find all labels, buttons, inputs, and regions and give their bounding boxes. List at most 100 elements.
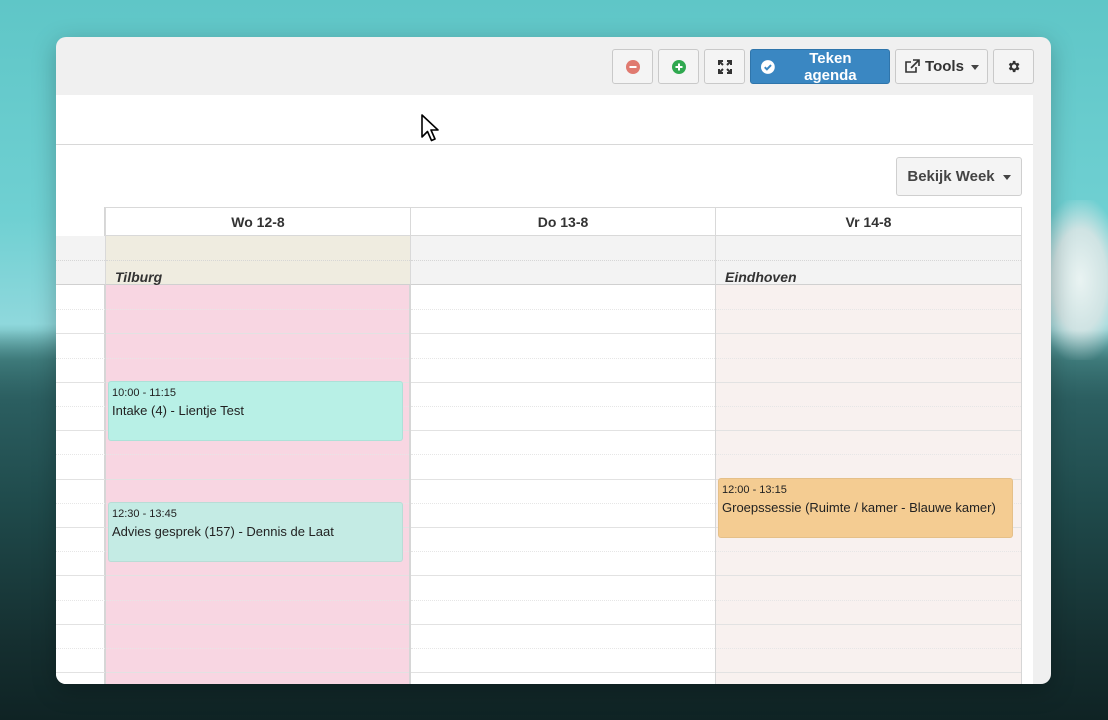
grid-line — [56, 454, 105, 456]
grid-line — [716, 623, 1021, 625]
grid-line — [411, 333, 715, 335]
chevron-down-icon — [1002, 175, 1011, 180]
grid-line — [716, 357, 1021, 359]
grid-line — [411, 381, 715, 383]
check-circle-icon — [761, 59, 775, 74]
allday-thu[interactable] — [410, 236, 715, 285]
grid-line — [411, 599, 715, 601]
day-column-thu[interactable] — [410, 285, 715, 684]
grid-line — [106, 357, 409, 359]
day-header-label: Do 13-8 — [537, 213, 589, 230]
settings-button[interactable] — [993, 49, 1034, 84]
allday-gutter — [56, 236, 105, 285]
grid-line — [411, 454, 715, 456]
grid-line — [56, 406, 105, 407]
grid-line — [411, 672, 715, 674]
zoom-out-button[interactable] — [612, 49, 653, 84]
grid-line — [411, 430, 715, 432]
tools-dropdown-button[interactable]: Tools — [895, 49, 988, 84]
event-title: Intake (4) - Lientje Test — [112, 403, 244, 418]
tools-label: Tools — [925, 58, 964, 75]
grid-line — [716, 333, 1021, 335]
grid-line — [56, 623, 105, 625]
event-time: 12:00 - 13:15 — [722, 484, 787, 496]
day-header-fri[interactable]: Vr 14-8 — [715, 207, 1022, 236]
grid-line — [716, 672, 1021, 674]
day-header-label: Wo 12-8 — [231, 213, 285, 230]
grid-line — [411, 575, 715, 577]
grid-line — [56, 599, 105, 601]
app-window: Teken agenda Tools Bekijk Week Wo 12-8 D… — [56, 37, 1051, 684]
grid-line — [411, 309, 715, 311]
grid-line — [56, 575, 105, 577]
grid-line — [106, 454, 409, 456]
event-time: 12:30 - 13:45 — [112, 508, 177, 520]
grid-line — [106, 309, 409, 311]
grid-line — [411, 648, 715, 649]
grid-line — [716, 575, 1021, 577]
grid-line — [106, 599, 409, 601]
week-calendar: Wo 12-8 Do 13-8 Vr 14-8 Tilburg Eindhove… — [56, 207, 1022, 684]
grid-line — [716, 599, 1021, 601]
event-title: Advies gesprek (157) - Dennis de Laat — [112, 524, 334, 539]
grid-line — [106, 478, 409, 480]
allday-divider — [716, 260, 1021, 261]
grid-line — [56, 381, 105, 383]
location-label: Eindhoven — [725, 269, 797, 285]
grid-line — [716, 430, 1021, 432]
top-strip — [56, 95, 1033, 145]
teken-agenda-button[interactable]: Teken agenda — [750, 49, 890, 84]
grid-line — [56, 478, 105, 480]
mouse-cursor-icon — [421, 114, 439, 142]
event-title: Groepssessie (Ruimte / kamer - Blauwe ka… — [722, 500, 996, 515]
grid-line — [106, 333, 409, 335]
event-groepssessie[interactable]: 12:00 - 13:15 Groepssessie (Ruimte / kam… — [718, 478, 1013, 538]
grid-line — [106, 623, 409, 625]
day-header-label: Vr 14-8 — [845, 213, 892, 230]
allday-fri[interactable]: Eindhoven — [715, 236, 1022, 285]
grid-line — [716, 381, 1021, 383]
toolbar: Teken agenda Tools — [56, 37, 1051, 95]
zoom-in-button[interactable] — [658, 49, 699, 84]
grid-line — [56, 333, 105, 335]
fullscreen-button[interactable] — [704, 49, 745, 84]
minus-circle-icon — [625, 59, 640, 74]
time-gutter-grid — [56, 285, 105, 684]
location-label: Tilburg — [115, 269, 163, 285]
grid-line — [716, 454, 1021, 456]
grid-line — [716, 551, 1021, 553]
teken-agenda-label: Teken agenda — [804, 49, 857, 84]
grid-line — [716, 648, 1021, 649]
grid-line — [411, 527, 715, 528]
view-week-dropdown[interactable]: Bekijk Week — [896, 157, 1022, 196]
grid-line — [411, 406, 715, 407]
chevron-down-icon — [970, 65, 979, 70]
main-panel: Bekijk Week Wo 12-8 Do 13-8 Vr 14-8 Tilb… — [56, 95, 1033, 684]
allday-divider — [411, 260, 715, 261]
event-advies-gesprek[interactable]: 12:30 - 13:45 Advies gesprek (157) - Den… — [108, 502, 403, 562]
day-header-thu[interactable]: Do 13-8 — [410, 207, 715, 236]
view-week-label: Bekijk Week — [907, 168, 995, 185]
grid-line — [56, 527, 105, 528]
grid-line — [56, 309, 105, 311]
grid-line — [411, 478, 715, 480]
grid-line — [106, 648, 409, 649]
grid-line — [56, 502, 105, 504]
expand-icon — [717, 59, 732, 74]
event-intake[interactable]: 10:00 - 11:15 Intake (4) - Lientje Test — [108, 381, 403, 441]
grid-line — [411, 623, 715, 625]
allday-divider — [106, 260, 410, 261]
day-header-wed[interactable]: Wo 12-8 — [105, 207, 410, 236]
grid-line — [411, 357, 715, 359]
allday-divider — [56, 260, 105, 261]
day-column-wed[interactable] — [105, 285, 410, 684]
grid-line — [106, 575, 409, 577]
event-time: 10:00 - 11:15 — [112, 387, 177, 399]
gear-icon — [1008, 60, 1020, 73]
grid-line — [56, 672, 105, 674]
grid-line — [56, 551, 105, 553]
grid-line — [106, 672, 409, 674]
allday-wed[interactable]: Tilburg — [105, 236, 410, 285]
plus-circle-icon — [671, 59, 686, 74]
grid-line — [56, 648, 105, 649]
